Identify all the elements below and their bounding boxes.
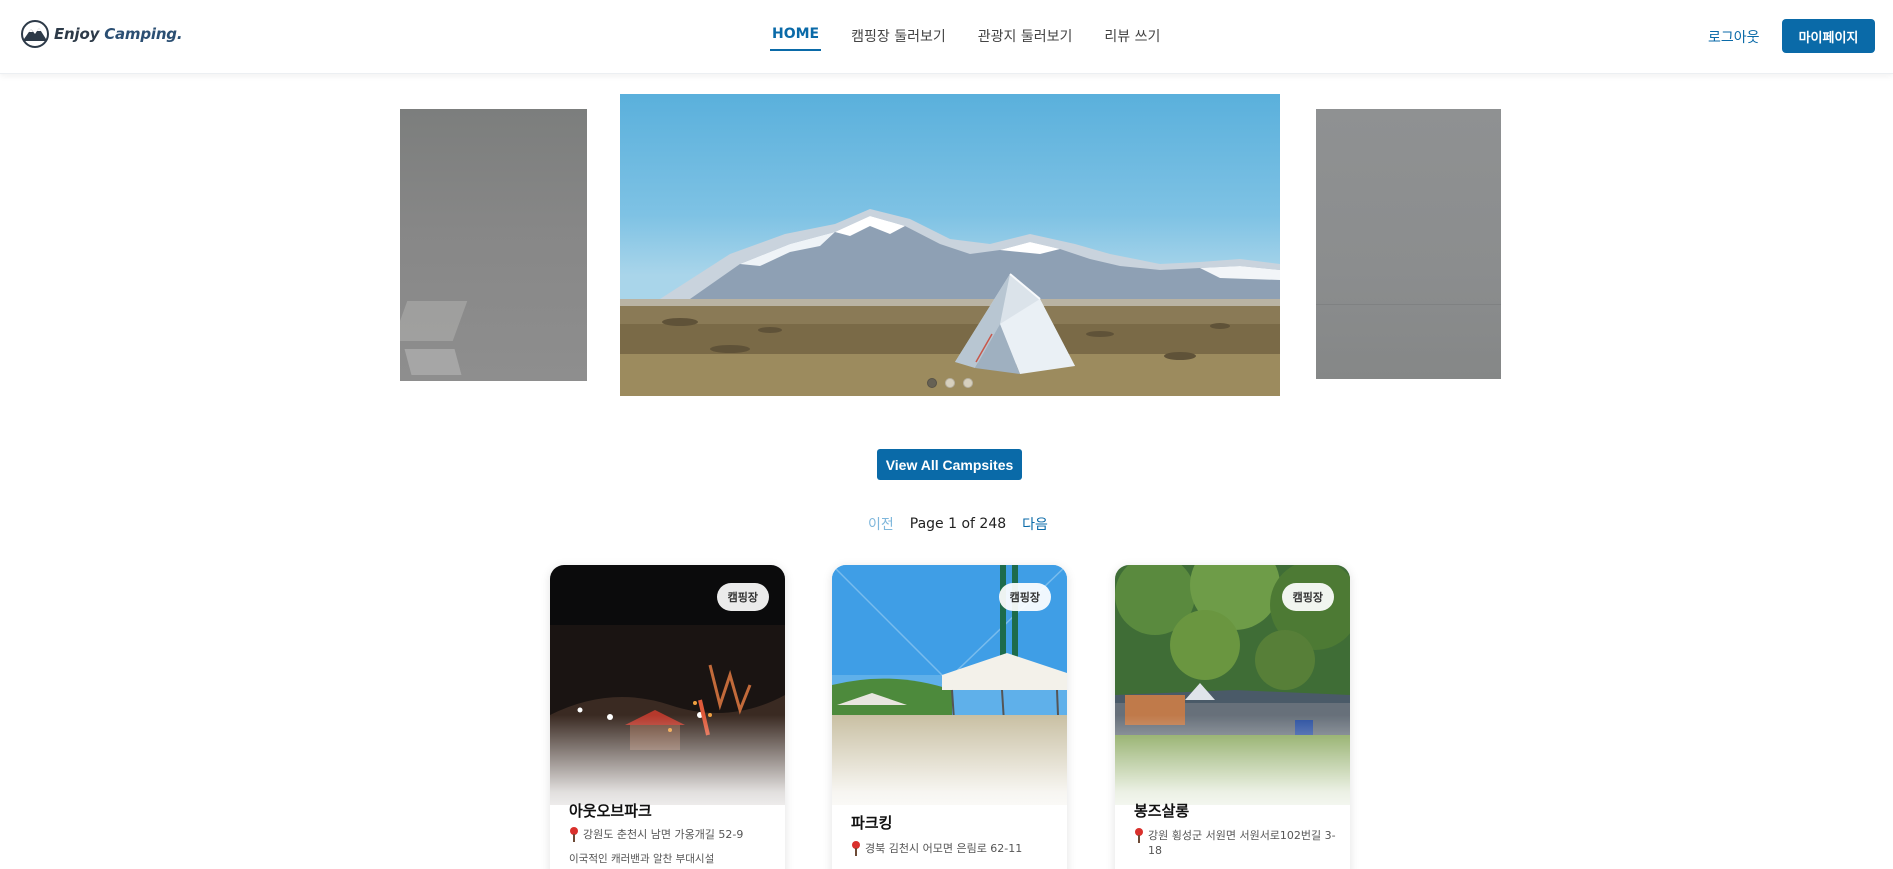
carousel-next-slide[interactable] (1316, 109, 1501, 379)
main-nav: HOME 캠핑장 둘러보기 관광지 둘러보기 리뷰 쓰기 (769, 26, 1160, 51)
campsite-description: 이국적인 캐러밴과 알찬 부대시설 (569, 853, 715, 865)
page-info: Page 1 of 248 (909, 516, 1007, 532)
campsite-address: 강원도 춘천시 남면 가옹개길 52-9 (569, 827, 771, 842)
campsite-title: 아웃오브파크 (569, 802, 652, 820)
nav-attractions[interactable]: 관광지 둘러보기 (978, 26, 1073, 51)
carousel-dot-2[interactable] (945, 378, 955, 388)
carousel-dot-1[interactable] (927, 378, 937, 388)
nav-campsites[interactable]: 캠핑장 둘러보기 (851, 26, 946, 51)
location-pin-icon (851, 841, 860, 856)
category-badge: 캠핑장 (998, 583, 1051, 611)
camping-logo-icon (21, 20, 49, 48)
prev-page-button[interactable]: 이전 (868, 514, 894, 534)
mypage-button[interactable]: 마이페이지 (1782, 19, 1875, 53)
campsite-address: 강원 횡성군 서원면 서원서로102번길 3-18 (1134, 828, 1336, 858)
category-badge: 캠핑장 (1281, 583, 1334, 611)
location-pin-icon (1134, 828, 1143, 843)
location-pin-icon (569, 827, 578, 842)
top-navbar: Enjoy Camping. HOME 캠핑장 둘러보기 관광지 둘러보기 리뷰… (0, 0, 1893, 74)
nav-home[interactable]: HOME (769, 26, 822, 51)
view-all-campsites-button[interactable]: View All Campsites (877, 449, 1022, 480)
nav-write-review[interactable]: 리뷰 쓰기 (1104, 26, 1160, 51)
tent-mountain-image (620, 209, 1280, 396)
carousel-prev-slide[interactable] (400, 109, 587, 381)
carousel-dot-3[interactable] (963, 378, 973, 388)
carousel-dots (927, 378, 973, 388)
carousel-active-slide (620, 94, 1280, 396)
next-page-button[interactable]: 다음 (1022, 514, 1048, 534)
logo-text: Enjoy Camping. (54, 25, 183, 43)
campsite-title: 파크킹 (851, 814, 893, 832)
category-badge: 캠핑장 (716, 583, 769, 611)
campsite-card[interactable]: 캠핑장 파크킹 경북 김천시 어모면 은림로 62-11 (832, 565, 1067, 869)
pagination: 이전 Page 1 of 248 다음 (868, 514, 1048, 534)
campsite-card[interactable]: 캠핑장 아웃오브파크 강원도 춘천시 남면 가옹개길 52-9 이국적인 캐러밴… (550, 565, 785, 869)
campsite-address: 경북 김천시 어모면 은림로 62-11 (851, 841, 1053, 856)
logo[interactable]: Enjoy Camping. (20, 18, 183, 50)
campsite-title: 봉즈살롱 (1134, 802, 1190, 820)
logout-link[interactable]: 로그아웃 (1708, 27, 1760, 47)
campsite-card[interactable]: 캠핑장 봉즈살롱 강원 횡성군 서원면 서원서로102번길 3-18 (1115, 565, 1350, 869)
